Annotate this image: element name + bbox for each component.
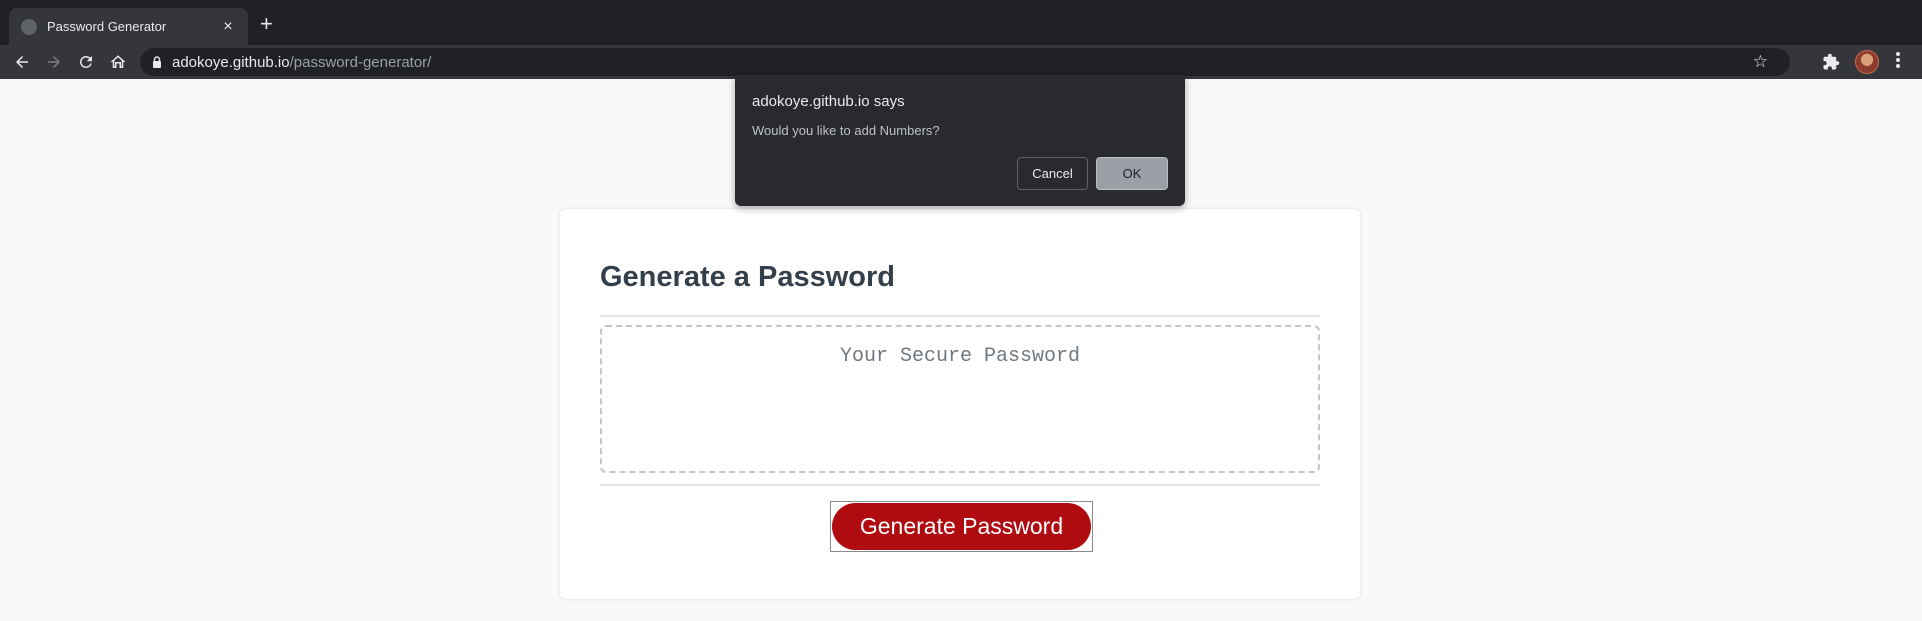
new-tab-button[interactable]: + [260, 13, 273, 35]
favicon-icon [21, 18, 37, 35]
tab-title: Password Generator [47, 19, 167, 34]
password-output[interactable]: Your Secure Password [600, 325, 1320, 473]
generate-button-focus-ring: Generate Password [830, 501, 1093, 552]
divider-top [600, 315, 1320, 317]
puzzle-extension-icon[interactable] [1822, 53, 1840, 71]
browser-toolbar: adokoye.github.io/password-generator/ ☆ [0, 45, 1922, 79]
profile-avatar[interactable] [1855, 50, 1879, 74]
star-icon[interactable]: ☆ [1753, 52, 1768, 72]
lock-icon [153, 56, 161, 68]
alert-dialog: adokoye.github.io says Would you like to… [735, 75, 1185, 206]
browser-tab[interactable]: Password Generator × [9, 8, 248, 45]
ok-button[interactable]: OK [1096, 157, 1168, 190]
forward-arrow-icon[interactable] [42, 50, 66, 74]
page-title: Generate a Password [600, 261, 895, 293]
dialog-message: Would you like to add Numbers? [752, 123, 940, 138]
url-path: /password-generator/ [289, 53, 432, 71]
cancel-button[interactable]: Cancel [1017, 157, 1088, 190]
reload-icon[interactable] [74, 50, 98, 74]
dialog-title: adokoye.github.io says [752, 93, 905, 110]
divider-bottom [600, 484, 1320, 486]
menu-dots-icon[interactable] [1893, 52, 1903, 70]
back-arrow-icon[interactable] [10, 50, 34, 74]
generate-password-button[interactable]: Generate Password [832, 503, 1091, 550]
home-icon[interactable] [106, 50, 130, 74]
address-bar[interactable]: adokoye.github.io/password-generator/ ☆ [140, 48, 1790, 76]
tab-close-icon[interactable]: × [220, 18, 236, 36]
tab-strip: Password Generator × + [0, 0, 1922, 45]
password-placeholder: Your Secure Password [839, 345, 1081, 368]
generator-card: Generate a Password Your Secure Password… [560, 209, 1360, 599]
url-host: adokoye.github.io [172, 53, 290, 71]
